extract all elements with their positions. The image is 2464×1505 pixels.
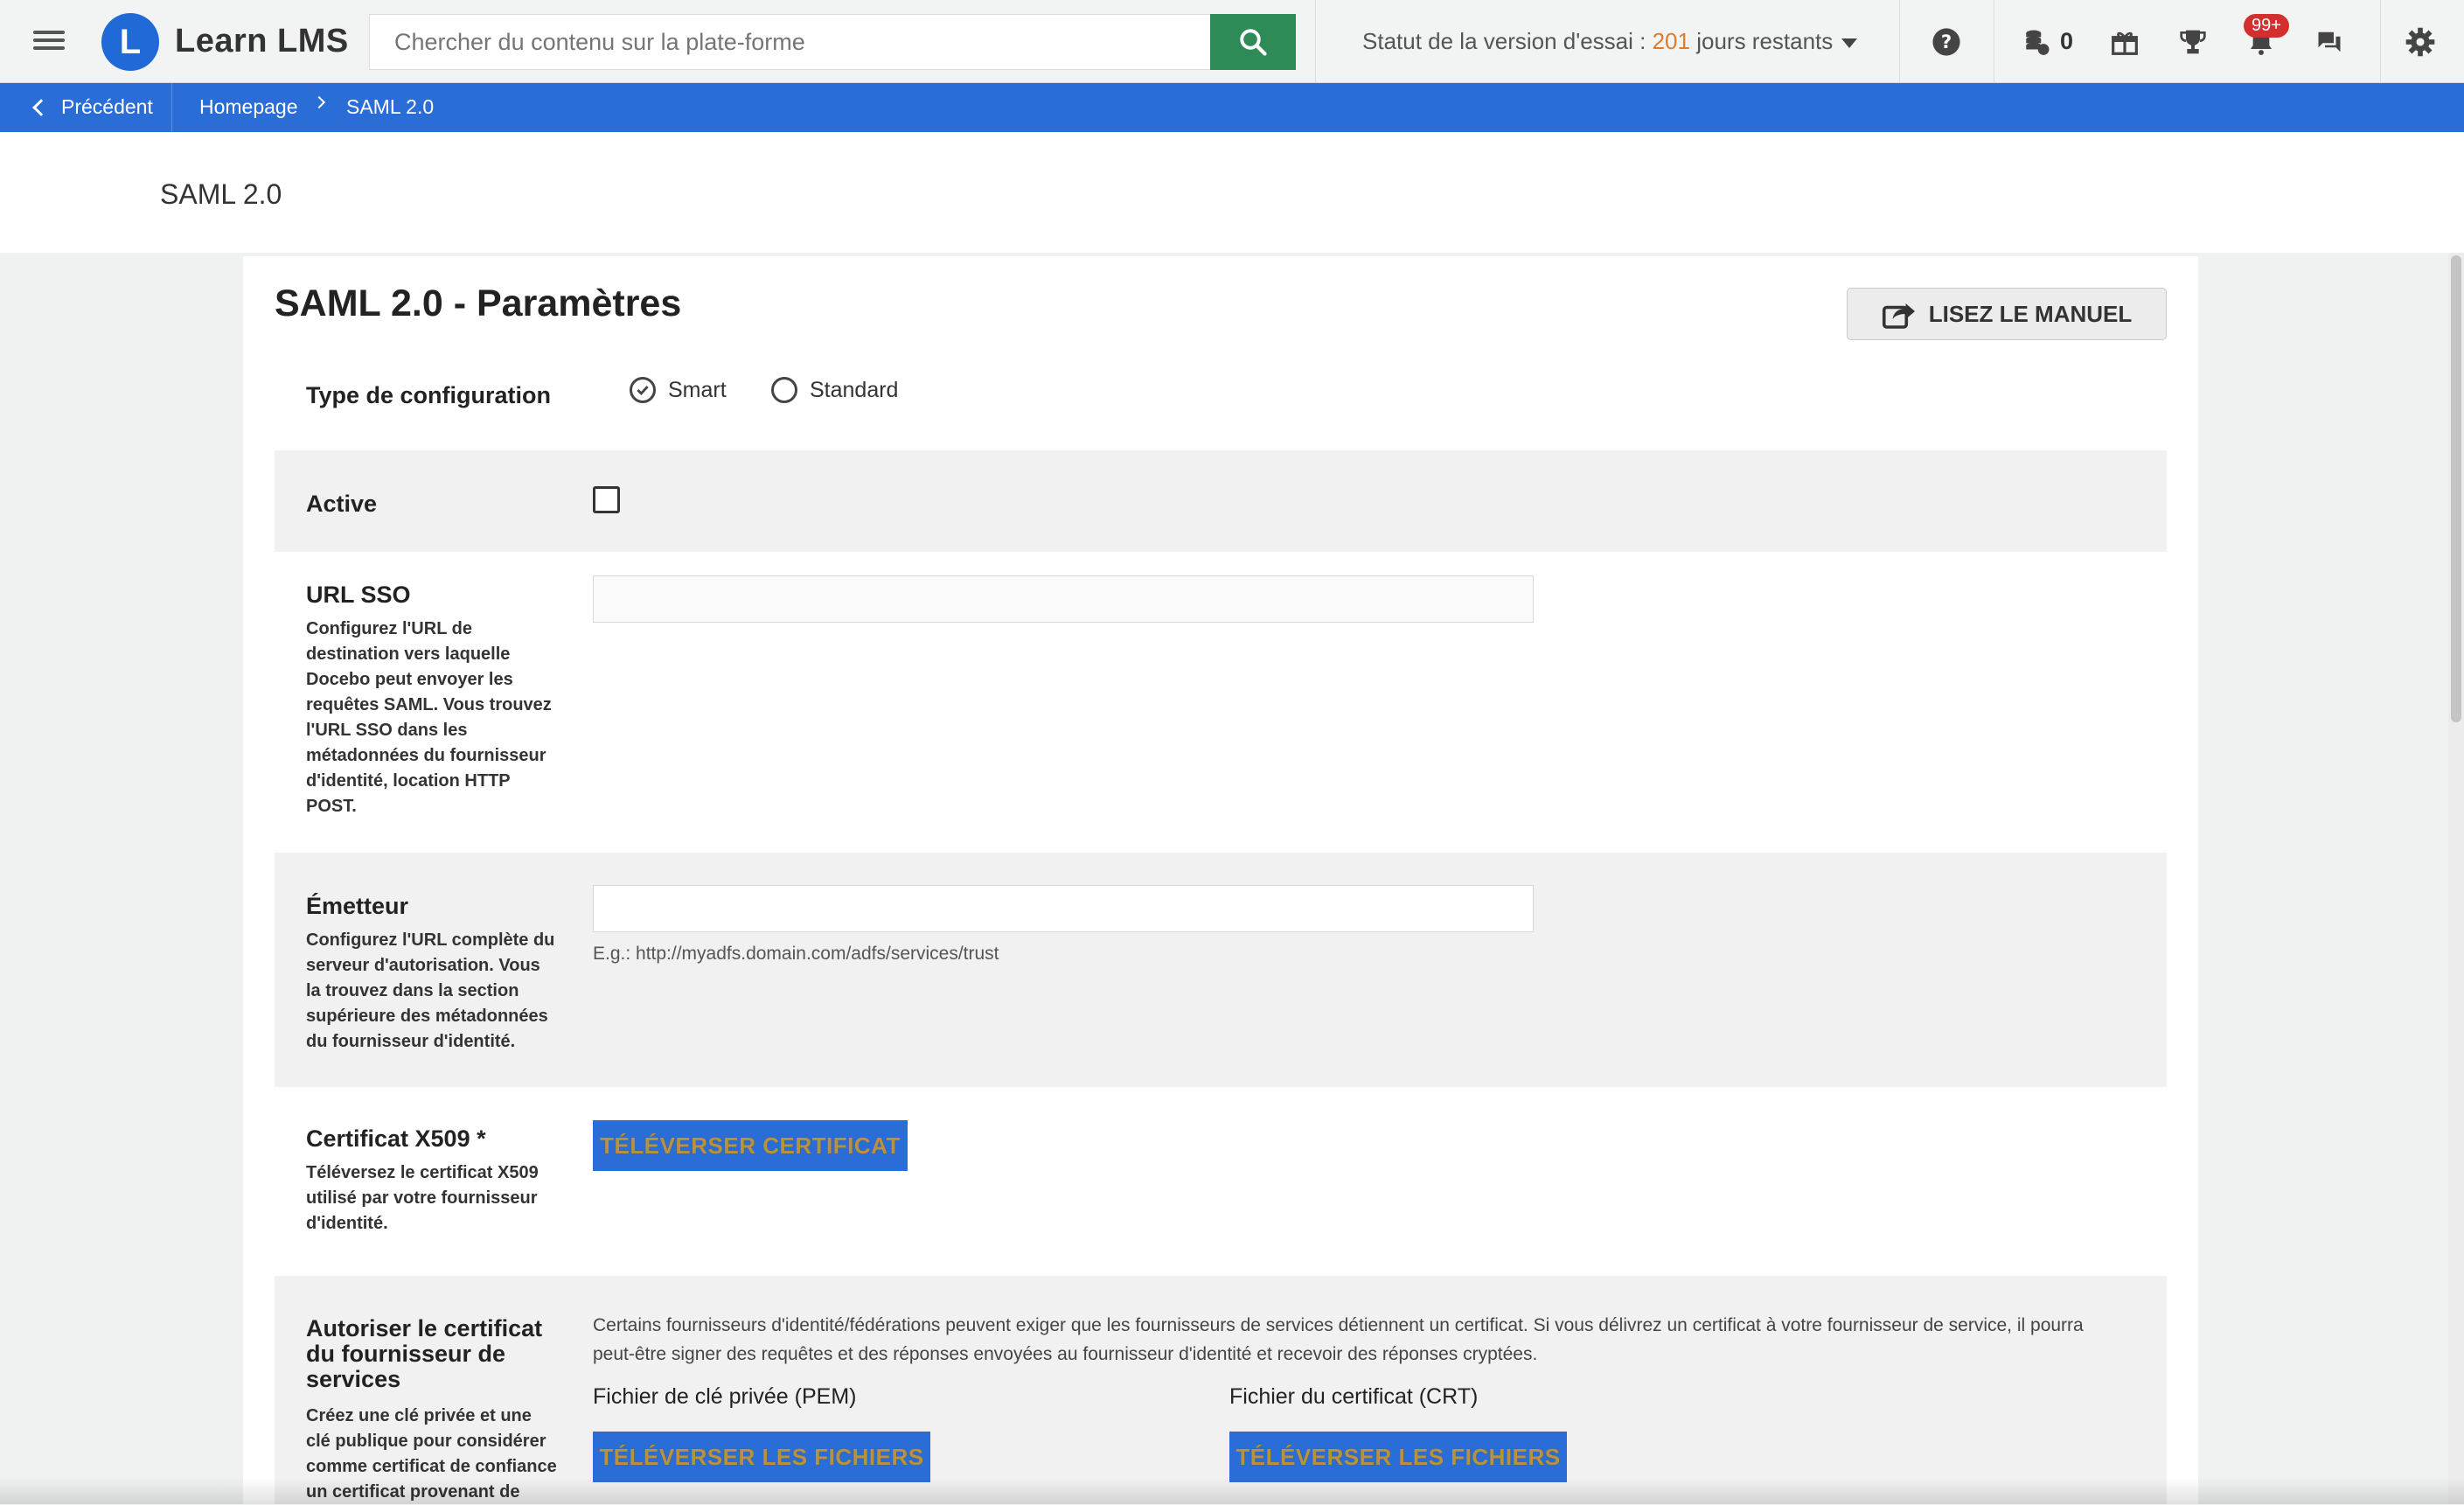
breadcrumb: Précédent Homepage SAML 2.0 <box>0 83 2464 132</box>
coins-count: 0 <box>2060 28 2074 54</box>
page-title-band: SAML 2.0 <box>0 132 2464 253</box>
chevron-left-icon <box>32 98 50 116</box>
read-manual-label: LISEZ LE MANUEL <box>1928 300 2133 327</box>
trial-prefix: Statut de la version d'essai : <box>1362 28 1653 54</box>
trial-days: 201 <box>1652 28 1690 54</box>
trophy-icon[interactable] <box>2177 26 2209 58</box>
caret-down-icon <box>1841 38 1858 48</box>
settings-card: SAML 2.0 - Paramètres LISEZ LE MANUEL Ty… <box>243 256 2198 1504</box>
radio-smart-label: Smart <box>668 377 727 402</box>
upload-certificate-button[interactable]: TÉLÉVERSER CERTIFICAT <box>593 1120 908 1171</box>
header-divider <box>2380 0 2381 83</box>
logo-icon[interactable]: L <box>101 13 159 71</box>
trial-status[interactable]: Statut de la version d'essai : 201 jours… <box>1362 28 1858 55</box>
share-icon <box>1882 303 1915 329</box>
gift-icon[interactable] <box>2109 26 2140 58</box>
radio-standard[interactable]: Standard <box>771 377 898 403</box>
sso-url-input[interactable] <box>593 575 1534 623</box>
read-manual-button[interactable]: LISEZ LE MANUEL <box>1847 288 2167 340</box>
breadcrumb-divider <box>171 83 172 132</box>
upload-private-key-button[interactable]: TÉLÉVERSER LES FICHIERS <box>593 1432 930 1482</box>
sp-certificate-info: Certains fournisseurs d'identité/fédérat… <box>593 1315 2084 1364</box>
radio-smart[interactable]: Smart <box>630 377 727 403</box>
back-label: Précédent <box>61 95 153 118</box>
bottom-shadow <box>0 1478 2464 1504</box>
notifications-badge: 99+ <box>2244 14 2289 38</box>
active-checkbox[interactable] <box>593 486 620 513</box>
radio-checked-icon <box>630 377 656 403</box>
radio-unchecked-icon <box>771 377 797 403</box>
page-title: SAML 2.0 <box>160 178 282 210</box>
search-icon <box>1240 29 1267 56</box>
chevron-right-icon <box>312 95 326 109</box>
breadcrumb-current: SAML 2.0 <box>346 95 435 118</box>
active-row: Active <box>275 450 2167 552</box>
private-key-label: Fichier de clé privée (PEM) <box>593 1384 857 1409</box>
coins-icon[interactable] <box>2022 26 2053 58</box>
header-divider <box>1899 0 1900 83</box>
sso-url-row: URL SSO Configurez l'URL de destination … <box>275 552 2167 853</box>
issuer-label: Émetteur <box>306 893 409 919</box>
crt-label: Fichier du certificat (CRT) <box>1229 1384 1479 1409</box>
app-name[interactable]: Learn LMS <box>175 23 349 60</box>
search-input[interactable] <box>369 14 1212 70</box>
svg-text:?: ? <box>1941 31 1952 53</box>
upload-crt-button[interactable]: TÉLÉVERSER LES FICHIERS <box>1229 1432 1567 1482</box>
breadcrumb-home-link[interactable]: Homepage <box>199 95 298 119</box>
help-icon[interactable]: ? <box>1931 26 1962 58</box>
search-button[interactable] <box>1210 14 1296 70</box>
radio-standard-label: Standard <box>810 377 899 402</box>
sso-url-label: URL SSO <box>306 582 411 608</box>
trial-suffix: jours restants <box>1689 28 1834 54</box>
menu-icon[interactable] <box>33 26 65 58</box>
gear-icon[interactable] <box>2405 26 2436 58</box>
issuer-description: Configurez l'URL complète du serveur d'a… <box>306 930 555 1051</box>
certificate-description: Téléversez le certificat X509 utilisé pa… <box>306 1163 539 1233</box>
certificate-label: Certificat X509 * <box>306 1125 486 1152</box>
top-header: L Learn LMS Statut de la version d'essai… <box>0 0 2464 83</box>
config-type-row: Type de configuration Smart Standard <box>275 370 2167 431</box>
chat-icon[interactable] <box>2314 26 2345 58</box>
certificate-row: Certificat X509 * Téléversez le certific… <box>275 1087 2167 1269</box>
back-button[interactable]: Précédent <box>32 95 153 119</box>
sp-certificate-row: Autoriser le certificat du fournisseur d… <box>275 1276 2167 1504</box>
issuer-hint: E.g.: http://myadfs.domain.com/adfs/serv… <box>593 944 999 964</box>
scrollbar-thumb[interactable] <box>2451 255 2461 722</box>
header-divider <box>1315 0 1316 83</box>
sp-certificate-label: Autoriser le certificat du fournisseur d… <box>306 1315 543 1392</box>
sso-url-description: Configurez l'URL de destination vers laq… <box>306 619 552 816</box>
issuer-input[interactable] <box>593 885 1534 932</box>
issuer-row: Émetteur Configurez l'URL complète du se… <box>275 853 2167 1087</box>
settings-title: SAML 2.0 - Paramètres <box>275 282 682 324</box>
config-type-label: Type de configuration <box>306 382 552 408</box>
active-label: Active <box>306 491 378 517</box>
